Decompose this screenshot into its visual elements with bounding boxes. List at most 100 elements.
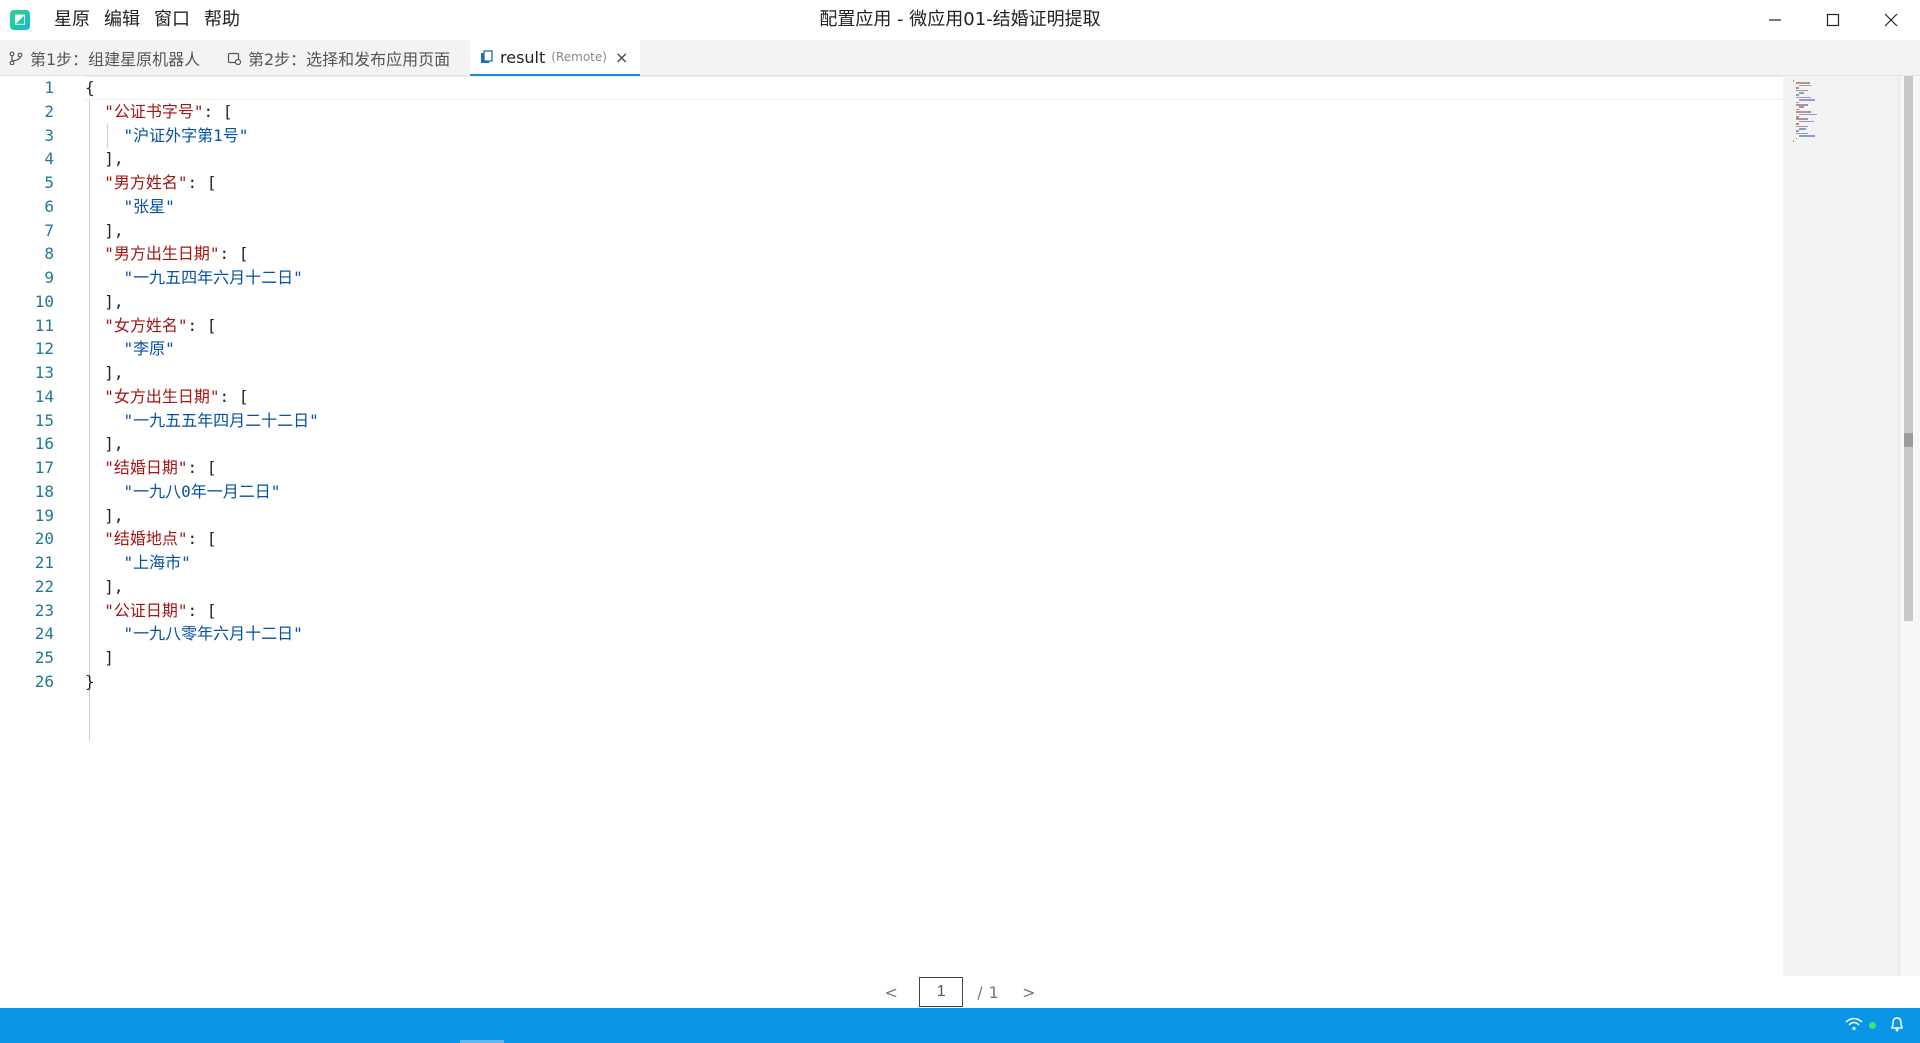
scrollbar-thumb[interactable] — [1904, 76, 1913, 621]
prev-page-button[interactable]: < — [871, 983, 911, 1002]
minimap-line — [1804, 104, 1809, 106]
minimap-line — [1798, 128, 1806, 130]
minimap-line — [1798, 92, 1805, 94]
code-line[interactable]: "一九五五年四月二十二日" — [85, 409, 1783, 433]
code-line[interactable]: } — [85, 670, 1783, 694]
code-line[interactable]: "结婚地点": [ — [85, 527, 1783, 551]
json-string: "李原" — [123, 339, 175, 359]
code-line[interactable]: "女方出生日期": [ — [85, 385, 1783, 409]
code-line[interactable]: ], — [85, 290, 1783, 314]
menu-xingyuan[interactable]: 星原 — [47, 0, 97, 40]
code-line[interactable]: "张星" — [85, 195, 1783, 219]
bell-icon[interactable] — [1890, 1016, 1904, 1036]
json-key: "结婚地点" — [104, 529, 188, 549]
minimap-line — [1804, 89, 1809, 92]
line-number: 4 — [44, 149, 54, 169]
tab-result[interactable]: result (Remote) × — [470, 40, 641, 76]
minimap-line — [1795, 125, 1805, 128]
code-line[interactable]: "一九五四年六月十二日" — [85, 266, 1783, 290]
page-number-input[interactable] — [919, 977, 964, 1007]
code-line[interactable]: "女方姓名": [ — [85, 314, 1783, 338]
close-icon — [1884, 13, 1898, 27]
code-line[interactable]: ], — [85, 504, 1783, 528]
code-line[interactable]: ], — [85, 361, 1783, 385]
tab-result-label: result — [500, 47, 546, 67]
line-number: 24 — [34, 624, 54, 644]
code-line[interactable]: { — [85, 76, 1783, 100]
code-token: : [ — [219, 244, 249, 264]
minimap-line — [1795, 96, 1807, 99]
line-number: 23 — [34, 600, 54, 620]
code-line[interactable]: "上海市" — [85, 551, 1783, 575]
line-number: 7 — [44, 220, 54, 240]
json-string: "一九八零年六月十二日" — [123, 624, 303, 644]
maximize-button[interactable] — [1804, 0, 1862, 40]
code-line[interactable]: "李原" — [85, 337, 1783, 361]
minimize-button[interactable] — [1746, 0, 1804, 40]
code-token: : [ — [187, 173, 217, 192]
code-line[interactable]: ] — [85, 646, 1783, 670]
line-number: 21 — [34, 553, 54, 572]
line-number: 18 — [34, 481, 54, 501]
code-content[interactable]: { "公证书字号": [ "沪证外字第1号" ], "男方姓名": [ "张星"… — [85, 76, 1783, 741]
page-refresh-icon — [226, 50, 242, 66]
minimap-line — [1795, 132, 1805, 135]
tab-close-icon[interactable]: × — [615, 48, 628, 67]
code-line[interactable]: "公证日期": [ — [85, 599, 1783, 623]
code-token: ], — [104, 363, 124, 382]
minimap-line — [1804, 118, 1809, 120]
code-token: ], — [104, 505, 124, 525]
code-line[interactable]: ], — [85, 575, 1783, 599]
json-key: "男方出生日期" — [104, 244, 220, 264]
code-line[interactable]: "一九八0年一月二日" — [85, 480, 1783, 504]
json-key: "女方姓名" — [104, 315, 188, 335]
next-page-button[interactable]: > — [1009, 983, 1049, 1002]
line-number: 10 — [34, 291, 54, 311]
line-number: 2 — [44, 101, 54, 121]
code-line[interactable]: "公证书字号": [ — [85, 100, 1783, 124]
tab-step2[interactable]: 第2步：选择和发布应用页面 — [226, 40, 450, 75]
json-key: "公证书字号" — [104, 101, 204, 121]
json-string: "张星" — [123, 196, 175, 216]
menu-window[interactable]: 窗口 — [147, 0, 197, 40]
code-token: ], — [104, 149, 124, 169]
close-window-button[interactable] — [1862, 0, 1920, 40]
code-editor[interactable]: 1 2 3 4 5 6 7 8 9 10 11 12 13 14 15 16 17 18 19 20 21 22 23 24 2… — [0, 76, 1783, 976]
code-token: ] — [104, 648, 114, 667]
json-string: "沪证外字第1号" — [123, 125, 249, 145]
code-line[interactable]: ], — [85, 219, 1783, 243]
code-line[interactable]: "男方姓名": [ — [85, 171, 1783, 195]
line-number: 22 — [34, 576, 54, 596]
code-line[interactable]: "一九八零年六月十二日" — [85, 622, 1783, 646]
json-string: "一九五五年四月二十二日" — [123, 410, 319, 430]
tab-step1[interactable]: 第1步：组建星原机器人 — [8, 40, 200, 75]
code-token: } — [85, 671, 95, 691]
line-number: 8 — [44, 244, 54, 264]
tab-bar: 第1步：组建星原机器人 第2步：选择和发布应用页面 result (Remote… — [0, 40, 1920, 76]
window-title: 配置应用 - 微应用01-结婚证明提取 — [819, 9, 1101, 30]
branch-icon — [8, 50, 24, 66]
minimap-line — [1795, 137, 1798, 140]
menu-help[interactable]: 帮助 — [197, 0, 247, 40]
code-line[interactable]: "男方出生日期": [ — [85, 242, 1783, 266]
code-line[interactable]: "沪证外字第1号" — [85, 124, 1783, 148]
code-token: ], — [104, 434, 124, 454]
code-line[interactable]: ], — [85, 147, 1783, 171]
wifi-icon[interactable] — [1845, 1016, 1863, 1035]
code-token: ], — [104, 220, 124, 240]
minimap[interactable] — [1783, 76, 1899, 976]
menu-edit[interactable]: 编辑 — [97, 0, 147, 40]
code-line[interactable]: ], — [85, 432, 1783, 456]
code-line[interactable]: "结婚日期": [ — [85, 456, 1783, 480]
vertical-scrollbar[interactable] — [1899, 76, 1920, 976]
